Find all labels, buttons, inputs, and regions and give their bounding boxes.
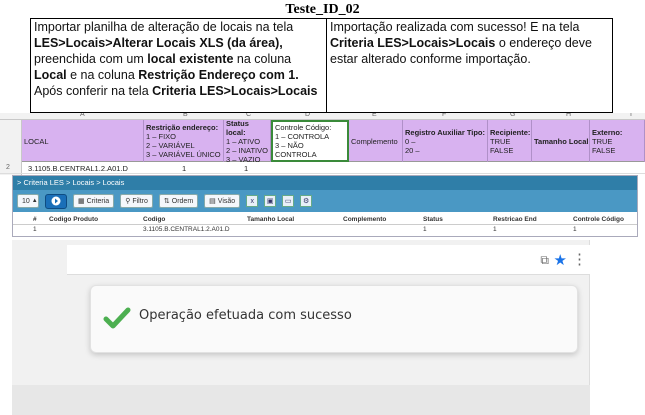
grid-header-status[interactable]: Status: [423, 216, 443, 223]
side-blank-area: [590, 240, 645, 415]
instruction-left-line-1: Importar planilha de alteração de locais…: [34, 20, 294, 34]
success-toast: Operação efetuada com sucesso: [90, 285, 578, 353]
settings-icon[interactable]: ⚙: [300, 195, 313, 207]
spreadsheet-snippet: A B C D E F G H I 2 LOCAL Restrição ende…: [0, 113, 645, 175]
grid-header-restricao[interactable]: Restricao End: [493, 216, 537, 223]
header-status[interactable]: Status local: 1 – ATIVO 2 – INATIVO 3 – VAZ…: [224, 119, 271, 164]
instruction-right-line-2: Criteria LES>Locais>Locais o endereço de…: [330, 36, 592, 50]
view-icon: ▤: [209, 198, 216, 205]
grid-header-controle[interactable]: Controle Código: [573, 216, 624, 223]
visao-button[interactable]: ▤ Visão: [204, 194, 241, 208]
document-title: Teste_ID_02: [285, 2, 360, 17]
cell-status[interactable]: 1: [244, 164, 248, 173]
col-letter-a: A: [80, 113, 85, 118]
instruction-table: Importar planilha de alteração de locais…: [30, 18, 613, 113]
grid-cell-index: 1: [33, 226, 37, 233]
export-excel-icon[interactable]: x: [246, 195, 259, 207]
col-letter-i: I: [630, 113, 632, 118]
check-icon: [103, 307, 131, 329]
header-row: LOCAL Restrição endereço: 1 – FIXO 2 – VAR…: [22, 119, 645, 164]
col-letter-f: F: [442, 113, 447, 118]
col-letter-c: C: [246, 113, 252, 118]
header-recipiente[interactable]: Recipiente: TRUE FALSE: [488, 120, 532, 162]
more-menu-icon[interactable]: ⋮: [572, 250, 587, 268]
grid-cell-status: 1: [423, 226, 427, 233]
col-letter-b: B: [183, 113, 188, 118]
grid-header-complemento[interactable]: Complemento: [343, 216, 386, 223]
filtro-button[interactable]: ⚲ Filtro: [120, 194, 153, 208]
column-letters: A B C D E F G H I: [0, 113, 645, 120]
cell-local[interactable]: 3.1105.B.CENTRAL1.2.A01.D: [28, 164, 128, 173]
col-letter-h: H: [566, 113, 572, 118]
header-complemento[interactable]: Complemento: [349, 120, 403, 162]
translate-icon[interactable]: ⧉: [540, 253, 549, 268]
header-local[interactable]: LOCAL: [22, 120, 144, 162]
cell-restricao[interactable]: 1: [182, 164, 186, 173]
page-size-stepper[interactable]: 10 ▲: [17, 194, 39, 208]
instruction-left-line-3: preenchida com um local existente na col…: [34, 52, 292, 66]
breadcrumb: > Criteria LES > Locais > Locais: [13, 176, 637, 190]
col-letter-g: G: [510, 113, 516, 118]
address-bar[interactable]: ⧉ ★ ⋮: [67, 245, 593, 275]
instruction-right-line-1: Importação realizada com sucesso! E na t…: [330, 20, 580, 34]
instruction-left-line-2: LES>Locais>Alterar Locais XLS (da área),: [34, 36, 283, 50]
header-registro[interactable]: Registro Auxiliar Tipo: 0 –20 –: [403, 120, 488, 162]
toolbar: 10 ▲ ▦ Criteria ⚲ Filtro ⇅ Ordem ▤ Visão x ▣ …: [13, 190, 637, 212]
instruction-right-line-3: estar alterado conforme importação.: [330, 52, 531, 66]
browser-bottom-area: [12, 385, 590, 415]
instruction-left-line-4: Local e na coluna Restrição Endereço com…: [34, 68, 299, 82]
instruction-right-cell: Importação realizada com sucesso! E na t…: [327, 19, 612, 112]
grid-cell-controle: 1: [573, 226, 577, 233]
header-externo[interactable]: Externo: TRUE FALSE: [590, 120, 645, 162]
sort-icon: ⇅: [163, 198, 170, 205]
col-letter-d: D: [305, 113, 311, 118]
save-icon[interactable]: ▣: [264, 195, 277, 207]
ordem-button[interactable]: ⇅ Ordem: [158, 194, 199, 208]
grid-header-tamanho[interactable]: Tamanho Local: [247, 216, 294, 223]
grid-header-index[interactable]: #: [33, 216, 37, 223]
instruction-left-cell: Importar planilha de alteração de locais…: [31, 19, 327, 112]
grid-row[interactable]: 1 3.1105.B.CENTRAL1.2.A01.D 1 1 1: [13, 225, 637, 235]
go-icon: [51, 196, 61, 206]
results-grid: # Codigo Produto Codigo Tamanho Local Co…: [13, 212, 637, 236]
header-restricao[interactable]: Restrição endereço: 1 – FIXO 2 – VARIÁVEL 3…: [144, 120, 224, 162]
grid-header-row: # Codigo Produto Codigo Tamanho Local Co…: [13, 215, 637, 225]
header-controle-selected[interactable]: Controle Código: 1 – CONTROLA 3 – NÃO CONT…: [271, 120, 349, 162]
bookmark-star-icon[interactable]: ★: [554, 251, 567, 269]
criteria-icon: ▦: [78, 198, 85, 205]
col-letter-e: E: [372, 113, 377, 118]
toast-message: Operação efetuada com sucesso: [139, 308, 352, 323]
grid-cell-codigo: 3.1105.B.CENTRAL1.2.A01.D: [143, 226, 230, 233]
instruction-left-line-5: Após conferir na tela Criteria LES>Locai…: [34, 84, 318, 98]
filter-icon: ⚲: [125, 198, 131, 205]
criteria-button[interactable]: ▦ Criteria: [73, 194, 115, 208]
grid-cell-restricao: 1: [493, 226, 497, 233]
data-row: 3.1105.B.CENTRAL1.2.A01.D 1 1: [0, 163, 645, 174]
header-tamanho[interactable]: Tamanho Local: [532, 120, 590, 162]
criteria-locais-panel: > Criteria LES > Locais > Locais 10 ▲ ▦ Cr…: [12, 175, 638, 237]
print-icon[interactable]: ▭: [282, 195, 295, 207]
grid-header-codigo-produto[interactable]: Codigo Produto: [49, 216, 98, 223]
go-button[interactable]: [45, 193, 67, 209]
grid-header-codigo[interactable]: Codigo: [143, 216, 165, 223]
